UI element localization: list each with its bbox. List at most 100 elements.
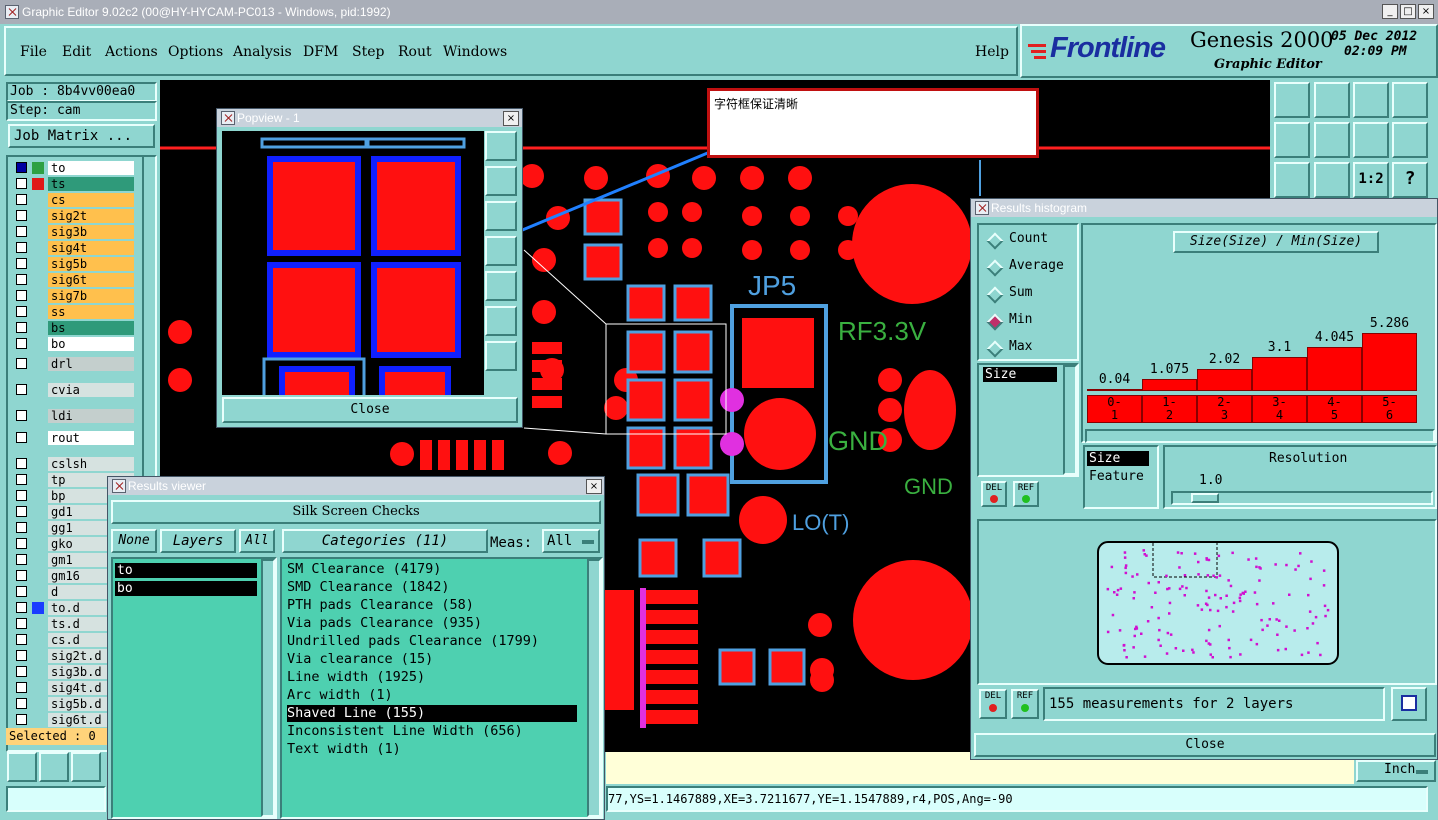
hist-resolution-thumb[interactable]: [1191, 493, 1219, 503]
menu-edit[interactable]: Edit: [62, 44, 91, 60]
category-item[interactable]: Arc width (1): [287, 687, 577, 704]
mode-radio-min[interactable]: [986, 313, 1004, 331]
layer-name[interactable]: sig4t: [48, 241, 134, 255]
layer-name[interactable]: drl: [48, 357, 134, 371]
layer-color-swatch[interactable]: [32, 666, 44, 678]
hist-field-item-size[interactable]: Size: [983, 367, 1057, 382]
layer-color-swatch[interactable]: [32, 226, 44, 238]
hist-bar[interactable]: [1087, 389, 1142, 391]
hist-bin-label[interactable]: 2- 3: [1197, 395, 1252, 423]
popview-tool-4[interactable]: [485, 236, 517, 266]
layer-row-sig5b[interactable]: sig5b: [12, 257, 134, 271]
toolbar-button-5[interactable]: [1274, 122, 1310, 158]
hist-export-icon[interactable]: [1391, 687, 1427, 721]
layer-row-sig7b[interactable]: sig7b: [12, 289, 134, 303]
popview-close-icon[interactable]: ×: [503, 111, 519, 126]
layer-name[interactable]: cslsh: [48, 457, 134, 471]
layer-checkbox[interactable]: [16, 194, 27, 205]
popview-pan-icon[interactable]: [485, 341, 517, 371]
layer-name[interactable]: rout: [48, 431, 134, 445]
layer-row-cslsh[interactable]: cslsh: [12, 457, 134, 471]
maximize-button[interactable]: □: [1400, 4, 1416, 19]
close-window-button[interactable]: ×: [1418, 4, 1434, 19]
job-matrix-button[interactable]: Job Matrix ...: [8, 124, 155, 148]
hist-field-scrollbar[interactable]: [1063, 365, 1077, 475]
hist-ref-button[interactable]: REF: [1013, 481, 1039, 507]
menu-windows[interactable]: Windows: [443, 44, 507, 60]
hist-bar[interactable]: [1362, 333, 1417, 391]
layer-name[interactable]: sig5b: [48, 257, 134, 271]
hist-bar[interactable]: [1252, 357, 1307, 391]
rv-layer-item-bo[interactable]: bo: [115, 581, 257, 596]
toolbar-button-1[interactable]: [1274, 82, 1310, 118]
layer-color-swatch[interactable]: [32, 458, 44, 470]
layer-row-rout[interactable]: rout: [12, 431, 134, 445]
rv-layer-item-to[interactable]: to: [115, 563, 257, 578]
layer-checkbox[interactable]: [16, 666, 27, 677]
layer-checkbox[interactable]: [16, 698, 27, 709]
rv-layer-scrollbar[interactable]: [261, 559, 275, 817]
rv-none-button[interactable]: None: [111, 529, 157, 553]
layer-color-swatch[interactable]: [32, 602, 44, 614]
popview-canvas[interactable]: [222, 131, 484, 395]
layer-color-swatch[interactable]: [32, 258, 44, 270]
menu-step[interactable]: Step: [352, 44, 384, 60]
layer-checkbox[interactable]: [16, 554, 27, 565]
layer-name[interactable]: cs: [48, 193, 134, 207]
layer-color-swatch[interactable]: [32, 178, 44, 190]
layer-color-swatch[interactable]: [32, 242, 44, 254]
popview-tool-1[interactable]: [485, 131, 517, 161]
hist-overview-map[interactable]: [1097, 541, 1339, 665]
layer-name[interactable]: sig3b: [48, 225, 134, 239]
layer-name[interactable]: ts: [48, 177, 134, 191]
mode-radio-max[interactable]: [986, 340, 1004, 358]
menu-file[interactable]: File: [20, 44, 47, 60]
layer-checkbox[interactable]: [16, 384, 27, 395]
layer-color-swatch[interactable]: [32, 306, 44, 318]
layer-color-swatch[interactable]: [32, 162, 44, 174]
layer-row-sig4t[interactable]: sig4t: [12, 241, 134, 255]
layer-checkbox[interactable]: [16, 634, 27, 645]
menu-options[interactable]: Options: [168, 44, 223, 60]
layer-name[interactable]: cvia: [48, 383, 134, 397]
hist-bin-label[interactable]: 3- 4: [1252, 395, 1307, 423]
layer-color-swatch[interactable]: [32, 698, 44, 710]
layer-color-swatch[interactable]: [32, 384, 44, 396]
layer-checkbox[interactable]: [16, 358, 27, 369]
layer-color-swatch[interactable]: [32, 474, 44, 486]
rv-meas-select[interactable]: All: [542, 529, 600, 553]
layer-checkbox[interactable]: [16, 226, 27, 237]
units-select[interactable]: Inch: [1356, 760, 1436, 782]
toolbar-button-4[interactable]: [1392, 82, 1428, 118]
category-item[interactable]: SMD Clearance (1842): [287, 579, 577, 596]
layer-checkbox[interactable]: [16, 322, 27, 333]
hist-close-button[interactable]: Close: [974, 733, 1436, 757]
hist-bin-label[interactable]: 4- 5: [1307, 395, 1362, 423]
hist-del2-button[interactable]: DEL: [979, 689, 1007, 719]
layer-name[interactable]: to: [48, 161, 134, 175]
layer-checkbox[interactable]: [16, 306, 27, 317]
layer-color-swatch[interactable]: [32, 432, 44, 444]
category-item[interactable]: Text width (1): [287, 741, 577, 758]
layer-color-swatch[interactable]: [32, 714, 44, 726]
layer-color-swatch[interactable]: [32, 538, 44, 550]
layer-checkbox[interactable]: [16, 162, 27, 173]
category-item[interactable]: Shaved Line (155): [287, 705, 577, 722]
layer-name[interactable]: sig7b: [48, 289, 134, 303]
layer-checkbox[interactable]: [16, 618, 27, 629]
layer-row-bs[interactable]: bs: [12, 321, 134, 335]
category-item[interactable]: SM Clearance (4179): [287, 561, 577, 578]
popview-tool-3[interactable]: [485, 201, 517, 231]
layer-color-swatch[interactable]: [32, 274, 44, 286]
layer-color-swatch[interactable]: [32, 322, 44, 334]
layer-color-swatch[interactable]: [32, 194, 44, 206]
layer-row-cvia[interactable]: cvia: [12, 383, 134, 397]
hist-scrollbar[interactable]: [1085, 429, 1435, 443]
hist-del-button[interactable]: DEL: [981, 481, 1007, 507]
rv-layers-button[interactable]: Layers: [160, 529, 236, 553]
layer-checkbox[interactable]: [16, 570, 27, 581]
rv-close-icon[interactable]: ×: [586, 479, 602, 494]
layer-color-swatch[interactable]: [32, 338, 44, 350]
tool-2-button[interactable]: [39, 752, 69, 782]
layer-row-sig2t[interactable]: sig2t: [12, 209, 134, 223]
